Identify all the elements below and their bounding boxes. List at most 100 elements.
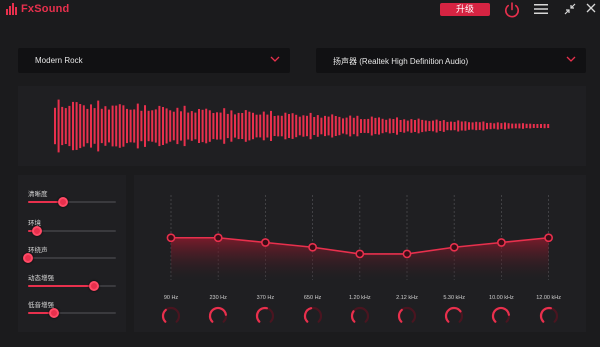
- spectrum-bar: [266, 114, 269, 138]
- slider-thumb[interactable]: [89, 281, 99, 291]
- spectrum-bar: [194, 112, 197, 140]
- effect-slider[interactable]: 动态增强: [28, 272, 118, 294]
- spectrum-bar: [158, 105, 161, 147]
- upgrade-button[interactable]: 升级: [440, 3, 490, 16]
- spectrum-bar: [252, 112, 254, 140]
- spectrum-bar: [486, 122, 488, 130]
- eq-band-dial[interactable]: [349, 305, 371, 327]
- spectrum-bar: [226, 113, 229, 139]
- spectrum-bar: [82, 105, 85, 147]
- spectrum-bar: [500, 123, 503, 129]
- eq-band-dial[interactable]: [443, 305, 465, 327]
- spectrum-bar: [270, 110, 272, 141]
- eq-band-handle[interactable]: [544, 233, 553, 243]
- eq-band-handle[interactable]: [402, 249, 412, 259]
- slider-thumb[interactable]: [31, 226, 42, 236]
- spectrum-bar: [424, 120, 427, 132]
- eq-frequency-label: 5.30 kHz: [443, 295, 466, 301]
- spectrum-bar: [115, 105, 118, 147]
- eq-frequency-label: 12.00 kHz: [536, 295, 561, 301]
- spectrum-bar: [525, 123, 528, 129]
- spectrum-bar: [406, 120, 409, 132]
- eq-band-dial[interactable]: [538, 305, 560, 327]
- eq-frequency-label: 230 Hz: [209, 295, 227, 301]
- spectrum-bar: [111, 105, 114, 147]
- spectrum-bar: [435, 119, 438, 133]
- spectrum-bar: [169, 110, 172, 142]
- slider-thumb[interactable]: [23, 253, 33, 263]
- spectrum-bar: [518, 123, 521, 129]
- eq-frequency-label: 10.00 kHz: [489, 295, 514, 301]
- spectrum-bar: [223, 108, 226, 144]
- eq-band-dial[interactable]: [254, 305, 276, 327]
- eq-band-dial[interactable]: [396, 305, 418, 327]
- spectrum-bar: [403, 119, 406, 133]
- close-icon[interactable]: [585, 2, 597, 14]
- eq-frequency-label: 2.12 kHz: [396, 295, 418, 301]
- spectrum-bar: [493, 123, 496, 129]
- spectrum-bar: [165, 108, 168, 144]
- spectrum-bar: [471, 122, 474, 130]
- spectrum-bar: [421, 119, 424, 133]
- spectrum-bar: [450, 121, 452, 131]
- chevron-down-icon: [270, 56, 280, 62]
- spectrum-bar: [378, 117, 380, 135]
- spectrum-bar: [230, 110, 233, 142]
- fxsound-logo-icon: [6, 3, 17, 15]
- minimize-view-icon[interactable]: [564, 3, 576, 15]
- spectrum-bar: [496, 122, 499, 130]
- slider-thumb[interactable]: [49, 308, 60, 318]
- power-icon[interactable]: [503, 1, 521, 19]
- eq-band-handle[interactable]: [496, 238, 506, 247]
- spectrum-bar: [190, 111, 193, 141]
- spectrum-bar: [338, 116, 341, 136]
- effects-panel: 清晰度环境环绕声动态增强低音增强: [18, 175, 126, 332]
- spectrum-bar: [126, 108, 128, 144]
- effect-slider[interactable]: 环境: [28, 217, 118, 239]
- spectrum-bar: [529, 123, 532, 129]
- spectrum-visualizer: [18, 86, 586, 166]
- eq-frequency-label: 1.20 kHz: [348, 295, 371, 301]
- output-device-dropdown[interactable]: 扬声器 (Realtek High Definition Audio): [316, 48, 586, 73]
- spectrum-bar: [237, 112, 240, 140]
- effect-slider[interactable]: 清晰度: [28, 188, 118, 210]
- spectrum-bar: [64, 108, 67, 144]
- eq-band-dial[interactable]: [160, 305, 182, 327]
- spectrum-bar: [453, 121, 456, 131]
- spectrum-bar: [367, 118, 370, 134]
- eq-band-handle[interactable]: [166, 233, 176, 243]
- spectrum-bar: [68, 105, 71, 147]
- spectrum-bar: [475, 121, 478, 131]
- effect-slider[interactable]: 低音增强: [28, 299, 118, 321]
- preset-dropdown[interactable]: Modern Rock: [18, 48, 290, 73]
- effect-slider[interactable]: 环绕声: [23, 244, 118, 266]
- effect-label: 清晰度: [28, 191, 48, 198]
- eq-band-dial[interactable]: [302, 305, 324, 327]
- eq-band-handle[interactable]: [308, 242, 317, 252]
- spectrum-bar: [133, 109, 136, 143]
- spectrum-bar: [446, 121, 449, 131]
- spectrum-bar: [79, 104, 82, 149]
- spectrum-bar: [212, 113, 215, 140]
- spectrum-bar: [511, 123, 514, 129]
- eq-band-handle[interactable]: [260, 238, 270, 247]
- spectrum-bar: [349, 115, 352, 137]
- eq-band-handle[interactable]: [449, 242, 459, 252]
- eq-band-handle[interactable]: [213, 233, 223, 243]
- spectrum-bar: [342, 118, 344, 134]
- spectrum-bar: [97, 100, 100, 152]
- spectrum-bar: [504, 122, 506, 130]
- spectrum-bar: [370, 116, 373, 136]
- eq-band-handle[interactable]: [355, 249, 365, 259]
- menu-icon[interactable]: [534, 3, 548, 15]
- eq-band-dial[interactable]: [207, 305, 229, 327]
- eq-band-dial[interactable]: [490, 305, 512, 327]
- spectrum-bar: [198, 109, 200, 143]
- spectrum-bar: [144, 105, 146, 147]
- spectrum-bar: [180, 111, 182, 141]
- spectrum-bar: [334, 116, 337, 136]
- slider-track[interactable]: [28, 257, 116, 259]
- spectrum-bar: [108, 109, 110, 143]
- slider-thumb[interactable]: [58, 197, 69, 207]
- spectrum-bar: [136, 103, 139, 149]
